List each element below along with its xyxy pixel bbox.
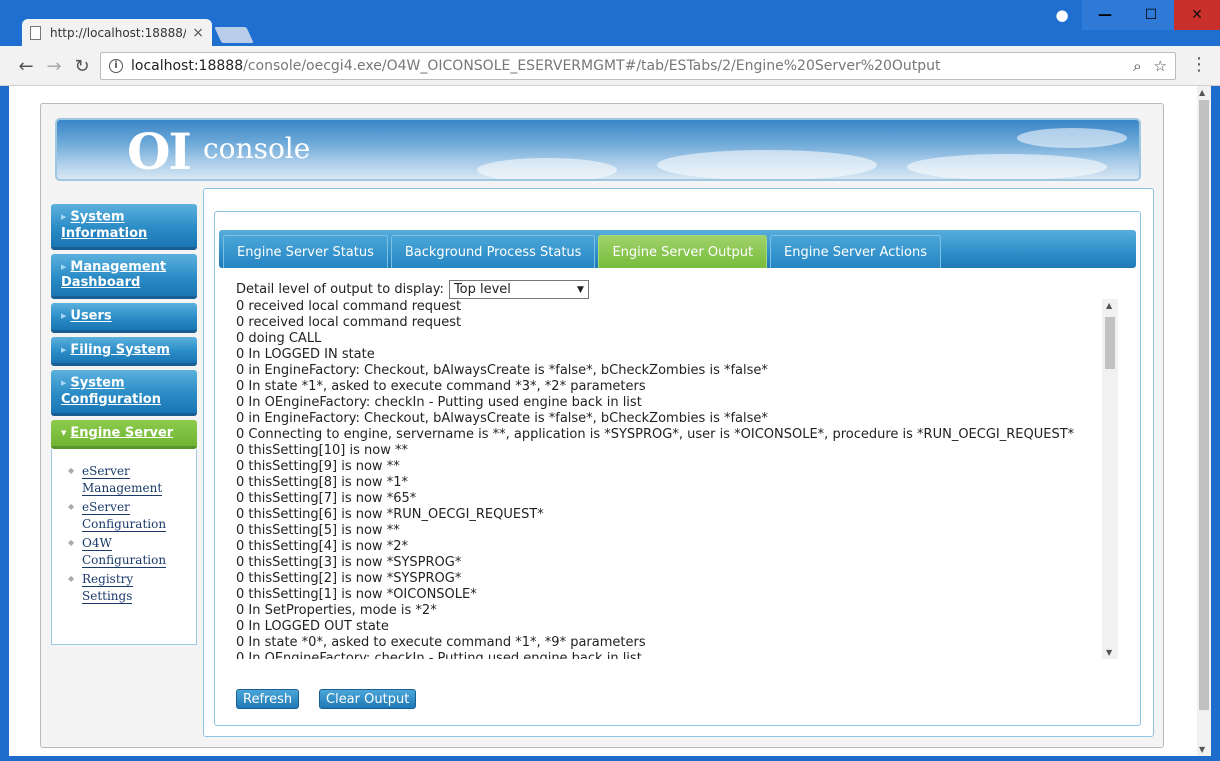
subitem-registry-settings[interactable]: ◆ Registry Settings: [68, 571, 196, 605]
sidebar-item-system-information[interactable]: ▶ System Information: [51, 204, 197, 250]
log-line: 0 In OEngineFactory: checkIn - Putting u…: [236, 395, 642, 410]
profile-icon[interactable]: ●: [1042, 0, 1082, 30]
reload-icon[interactable]: ↻: [70, 54, 94, 78]
arrow-icon: ▶: [61, 345, 67, 354]
address-bar[interactable]: i localhost:18888 /console/oecgi4.exe/O4…: [100, 52, 1176, 80]
expanded-arrow-icon: ▼: [61, 428, 67, 437]
browser-menu-icon[interactable]: ⋮: [1190, 56, 1208, 74]
detail-level-label: Detail level of output to display:: [236, 282, 444, 297]
log-line: 0 received local command request: [236, 299, 462, 314]
log-line: 0 thisSetting[2] is now *SYSPROG*: [236, 571, 462, 586]
url-path: /console/oecgi4.exe/O4W_OICONSOLE_ESERVE…: [243, 58, 941, 74]
page-scroll-thumb[interactable]: [1199, 100, 1209, 710]
tab-engine-server-output[interactable]: Engine Server Output: [598, 235, 768, 268]
sidebar-item-filing-system[interactable]: ▶ Filing System: [51, 336, 197, 366]
scroll-up-icon[interactable]: ▲: [1106, 301, 1112, 310]
log-line: 0 thisSetting[10] is now **: [236, 443, 408, 458]
back-icon[interactable]: ←: [14, 54, 38, 78]
log-line: 0 In state *0*, asked to execute command…: [236, 635, 646, 650]
browser-toolbar: ← → ↻ i localhost:18888 /console/oecgi4.…: [0, 46, 1220, 86]
log-line: 0 in EngineFactory: Checkout, bAlwaysCre…: [236, 363, 768, 378]
minimize-button[interactable]: —: [1082, 0, 1128, 30]
detail-level-value: Top level: [453, 282, 511, 297]
tab-background-process-status[interactable]: Background Process Status: [390, 235, 596, 268]
tab-close-icon[interactable]: ×: [192, 25, 204, 41]
sidebar: ▶ System Information ▶ Management Dashboar…: [51, 204, 197, 645]
browser-tab[interactable]: http://localhost:18888/cc ×: [22, 19, 212, 47]
log-line: 0 received local command request: [236, 315, 462, 330]
log-line: 0 thisSetting[3] is now *SYSPROG*: [236, 555, 462, 570]
logo-console: console: [203, 132, 311, 165]
log-line: 0 In OEngineFactory: checkIn - Putting u…: [236, 651, 642, 659]
forward-icon[interactable]: →: [42, 54, 66, 78]
engine-server-submenu: ◆ eServer Management ◆ eServer Configurati…: [51, 449, 197, 645]
sidebar-item-engine-server[interactable]: ▼ Engine Server: [51, 419, 197, 449]
zoom-icon[interactable]: ⌕: [1133, 57, 1141, 75]
arrow-icon: ▶: [61, 312, 67, 320]
scroll-thumb[interactable]: [1105, 317, 1115, 369]
window-controls: ● — ☐ ✕: [1042, 0, 1220, 30]
dropdown-arrow-icon: ▼: [577, 284, 584, 295]
log-line: 0 In LOGGED OUT state: [236, 619, 389, 634]
bullet-icon: ◆: [68, 538, 75, 547]
log-line: 0 in EngineFactory: Checkout, bAlwaysCre…: [236, 411, 768, 426]
bullet-icon: ◆: [68, 466, 75, 475]
subitem-eserver-configuration[interactable]: ◆ eServer Configuration: [68, 499, 196, 533]
engine-server-panel: Engine Server Status Background Process …: [214, 211, 1141, 726]
close-window-button[interactable]: ✕: [1174, 0, 1220, 30]
arrow-icon: ▶: [61, 213, 67, 221]
log-line: 0 thisSetting[5] is now **: [236, 523, 400, 538]
tab-engine-server-actions[interactable]: Engine Server Actions: [770, 235, 941, 268]
tab-bar: Engine Server Status Background Process …: [219, 230, 1136, 268]
log-line: 0 thisSetting[8] is now *1*: [236, 475, 408, 490]
info-icon[interactable]: i: [109, 59, 123, 73]
sidebar-item-users[interactable]: ▶ Users: [51, 303, 197, 333]
console-frame: OI console ▶ System Information ▶ Manageme…: [40, 103, 1164, 748]
log-line: 0 thisSetting[7] is now *65*: [236, 491, 417, 506]
log-line: 0 In state *1*, asked to execute command…: [236, 379, 646, 394]
log-line: 0 Connecting to engine, servername is **…: [236, 427, 1075, 442]
clear-output-button[interactable]: Clear Output: [319, 689, 417, 709]
maximize-button[interactable]: ☐: [1128, 0, 1174, 30]
header-banner: OI console: [55, 118, 1141, 181]
logo-oi: OI: [127, 122, 192, 181]
log-line: 0 In SetProperties, mode is *2*: [236, 603, 437, 618]
log-line: 0 thisSetting[4] is now *2*: [236, 539, 408, 554]
scroll-down-icon[interactable]: ▼: [1106, 648, 1112, 657]
subitem-eserver-management[interactable]: ◆ eServer Management: [68, 463, 196, 497]
sidebar-item-system-configuration[interactable]: ▶ System Configuration: [51, 370, 197, 416]
arrow-icon: ▶: [61, 262, 67, 271]
refresh-button[interactable]: Refresh: [236, 689, 300, 709]
log-line: 0 In LOGGED IN state: [236, 347, 375, 362]
main-panel: Engine Server Status Background Process …: [203, 188, 1154, 737]
page-icon: [30, 26, 41, 40]
page-scrollbar[interactable]: ▲ ▼: [1197, 86, 1211, 756]
log-line: 0 thisSetting[1] is now *OICONSOLE*: [236, 587, 477, 602]
bookmark-star-icon[interactable]: ☆: [1154, 57, 1167, 75]
log-line: 0 thisSetting[9] is now **: [236, 459, 400, 474]
detail-level-select[interactable]: Top level ▼: [448, 280, 589, 299]
tab-title: http://localhost:18888/cc: [50, 26, 187, 40]
subitem-o4w-configuration[interactable]: ◆ O4W Configuration: [68, 535, 196, 569]
new-tab-button[interactable]: [214, 27, 254, 43]
arrow-icon: ▶: [61, 379, 67, 387]
bullet-icon: ◆: [68, 574, 75, 583]
log-line: 0 thisSetting[6] is now *RUN_OECGI_REQUE…: [236, 507, 544, 522]
page-scroll-up-icon[interactable]: ▲: [1199, 88, 1205, 97]
log-line: 0 doing CALL: [236, 331, 322, 346]
tab-engine-server-status[interactable]: Engine Server Status: [223, 235, 388, 268]
detail-level-row: Detail level of output to display: Top l…: [236, 280, 589, 299]
page-scroll-down-icon[interactable]: ▼: [1199, 745, 1205, 754]
page-viewport: OI console ▶ System Information ▶ Manageme…: [9, 86, 1211, 756]
output-log-scrollbar[interactable]: ▲ ▼: [1102, 299, 1118, 659]
output-log[interactable]: 0 received local command request 0 receiv…: [236, 299, 1116, 659]
browser-titlebar: http://localhost:18888/cc × ● — ☐ ✕: [0, 0, 1220, 47]
url-host: localhost:18888: [131, 58, 244, 74]
sidebar-item-management-dashboard[interactable]: ▶ Management Dashboard: [51, 253, 197, 299]
bullet-icon: ◆: [68, 502, 75, 511]
